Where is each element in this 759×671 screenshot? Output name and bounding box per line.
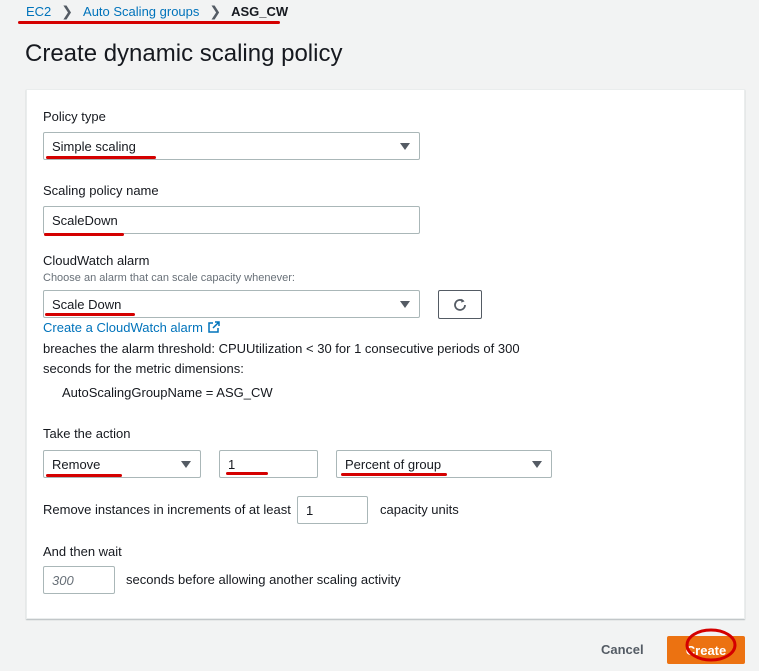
annotation-underline [46,156,156,159]
annotation-underline [18,21,280,24]
chevron-right-icon: ❯ [209,2,222,19]
wait-seconds-input[interactable]: 300 [43,566,115,594]
breadcrumb-current: ASG_CW [231,3,289,19]
metric-dimension: AutoScalingGroupName = ASG_CW [62,385,273,400]
page-title: Create dynamic scaling policy [25,40,343,67]
caret-down-icon [181,461,191,468]
caret-down-icon [400,143,410,150]
policy-name-label: Scaling policy name [43,183,159,198]
caret-down-icon [400,301,410,308]
refresh-button[interactable] [438,290,482,319]
policy-type-label: Policy type [43,109,106,124]
increments-label: Remove instances in increments of at lea… [43,502,291,517]
wait-label: And then wait [43,544,122,559]
cloudwatch-alarm-description: Choose an alarm that can scale capacity … [43,272,295,284]
create-cloudwatch-alarm-text: Create a CloudWatch alarm [43,320,203,335]
action-operation-value: Remove [52,456,101,472]
breach-text-line1: breaches the alarm threshold: CPUUtiliza… [43,341,520,356]
cloudwatch-alarm-value: Scale Down [52,296,122,312]
policy-name-value: ScaleDown [52,212,118,228]
increments-suffix: capacity units [380,502,459,517]
breadcrumb-auto-scaling-groups[interactable]: Auto Scaling groups [83,4,199,19]
refresh-icon [454,298,466,311]
increments-input[interactable]: 1 [297,496,368,524]
annotation-underline [46,474,122,477]
action-amount-value: 1 [228,456,236,472]
create-button[interactable]: Create [667,636,745,664]
policy-name-input[interactable]: ScaleDown [43,206,420,234]
cancel-button[interactable]: Cancel [601,642,644,657]
action-unit-value: Percent of group [345,456,442,472]
take-action-label: Take the action [43,426,131,441]
breadcrumb-ec2[interactable]: EC2 [26,4,51,19]
annotation-underline [44,233,124,236]
caret-down-icon [532,461,542,468]
annotation-underline [45,313,135,316]
chevron-right-icon: ❯ [61,2,74,19]
external-link-icon [208,321,220,333]
breach-text-line2: seconds for the metric dimensions: [43,361,244,376]
breadcrumb: EC2 ❯ Auto Scaling groups ❯ ASG_CW [26,2,288,20]
increments-value: 1 [306,502,314,518]
cloudwatch-alarm-label: CloudWatch alarm [43,253,150,268]
create-cloudwatch-alarm-link[interactable]: Create a CloudWatch alarm [43,320,220,335]
annotation-underline [341,473,447,476]
wait-suffix: seconds before allowing another scaling … [126,572,401,587]
policy-type-value: Simple scaling [52,138,136,154]
annotation-underline [226,472,268,475]
wait-seconds-placeholder: 300 [52,572,74,588]
